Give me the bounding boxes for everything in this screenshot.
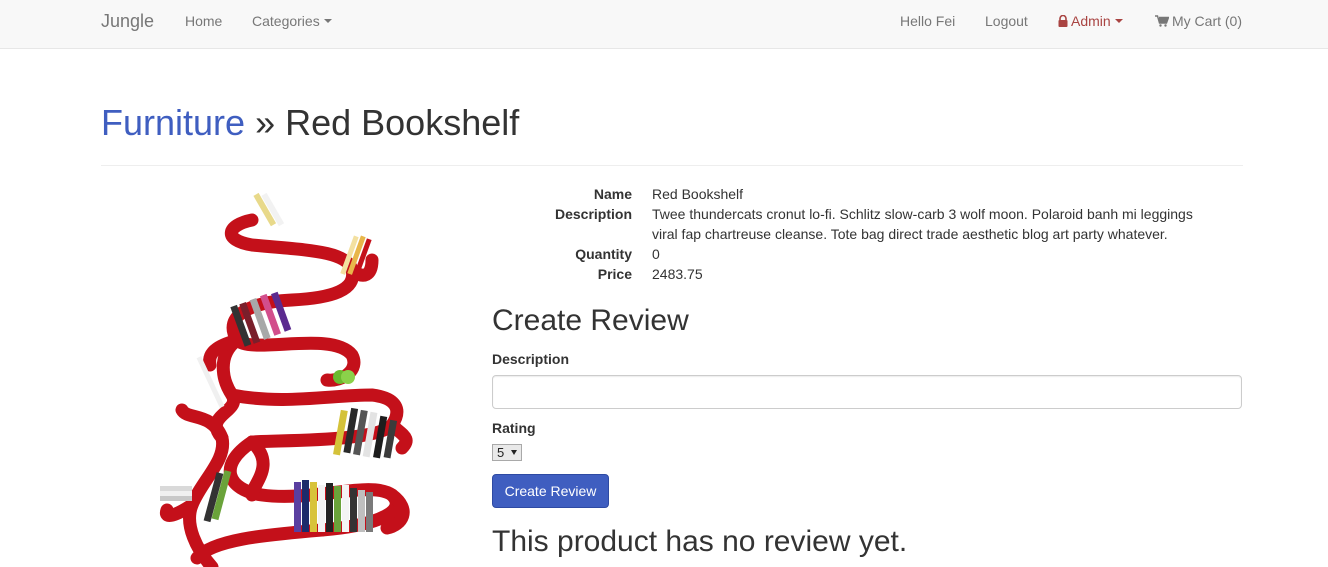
lock-icon (1058, 15, 1068, 27)
review-description-input[interactable] (492, 375, 1242, 409)
detail-label: Quantity (575, 246, 632, 262)
breadcrumb-separator: » (245, 102, 286, 143)
navbar: Jungle Home Categories Hello Fei Logout … (0, 0, 1328, 49)
create-review-heading: Create Review (492, 304, 689, 337)
page-title: Furniture » Red Bookshelf (101, 100, 1243, 146)
description-label: Description (492, 351, 570, 367)
detail-label: Description (554, 206, 632, 222)
detail-value: 0 (652, 246, 660, 262)
detail-row-name: Name Red Bookshelf (492, 184, 1242, 204)
detail-row-description: Description Twee thundercats cronut lo-f… (492, 204, 1242, 244)
nav-home-link[interactable]: Home (185, 13, 222, 29)
user-greeting: Hello Fei (900, 13, 956, 29)
rating-selected-value: 5 (497, 445, 505, 460)
detail-label: Price (597, 266, 632, 282)
no-review-message: This product has no review yet. (492, 525, 908, 558)
rating-label: Rating (492, 420, 536, 436)
product-title: Red Bookshelf (285, 102, 520, 143)
product-image (102, 180, 462, 567)
nav-categories-dropdown[interactable]: Categories (252, 13, 332, 29)
cart-link[interactable]: My Cart (0) (1155, 13, 1242, 29)
detail-row-price: Price 2483.75 (492, 264, 1242, 284)
nav-categories-label: Categories (252, 13, 320, 29)
cart-label: My Cart (0) (1172, 13, 1242, 29)
detail-value: 2483.75 (652, 266, 703, 282)
admin-dropdown[interactable]: Admin (1058, 13, 1123, 29)
detail-row-quantity: Quantity 0 (492, 244, 1242, 264)
detail-value: Red Bookshelf (652, 186, 744, 202)
create-review-button[interactable]: Create Review (492, 474, 609, 508)
caret-down-icon (323, 19, 332, 24)
logout-link[interactable]: Logout (985, 13, 1028, 29)
caret-down-icon (1114, 19, 1123, 24)
category-breadcrumb-link[interactable]: Furniture (101, 102, 245, 143)
brand-link[interactable]: Jungle (101, 11, 154, 31)
product-details: Name Red Bookshelf Description Twee thun… (492, 184, 1242, 284)
rating-select[interactable]: 5 (492, 444, 522, 461)
cart-icon (1155, 15, 1169, 27)
detail-label: Name (593, 186, 632, 202)
admin-label: Admin (1071, 13, 1111, 29)
detail-value: Twee thundercats cronut lo-fi. Schlitz s… (652, 206, 1193, 242)
dropdown-arrow-icon (511, 450, 517, 455)
page-header: Furniture » Red Bookshelf (101, 100, 1243, 166)
